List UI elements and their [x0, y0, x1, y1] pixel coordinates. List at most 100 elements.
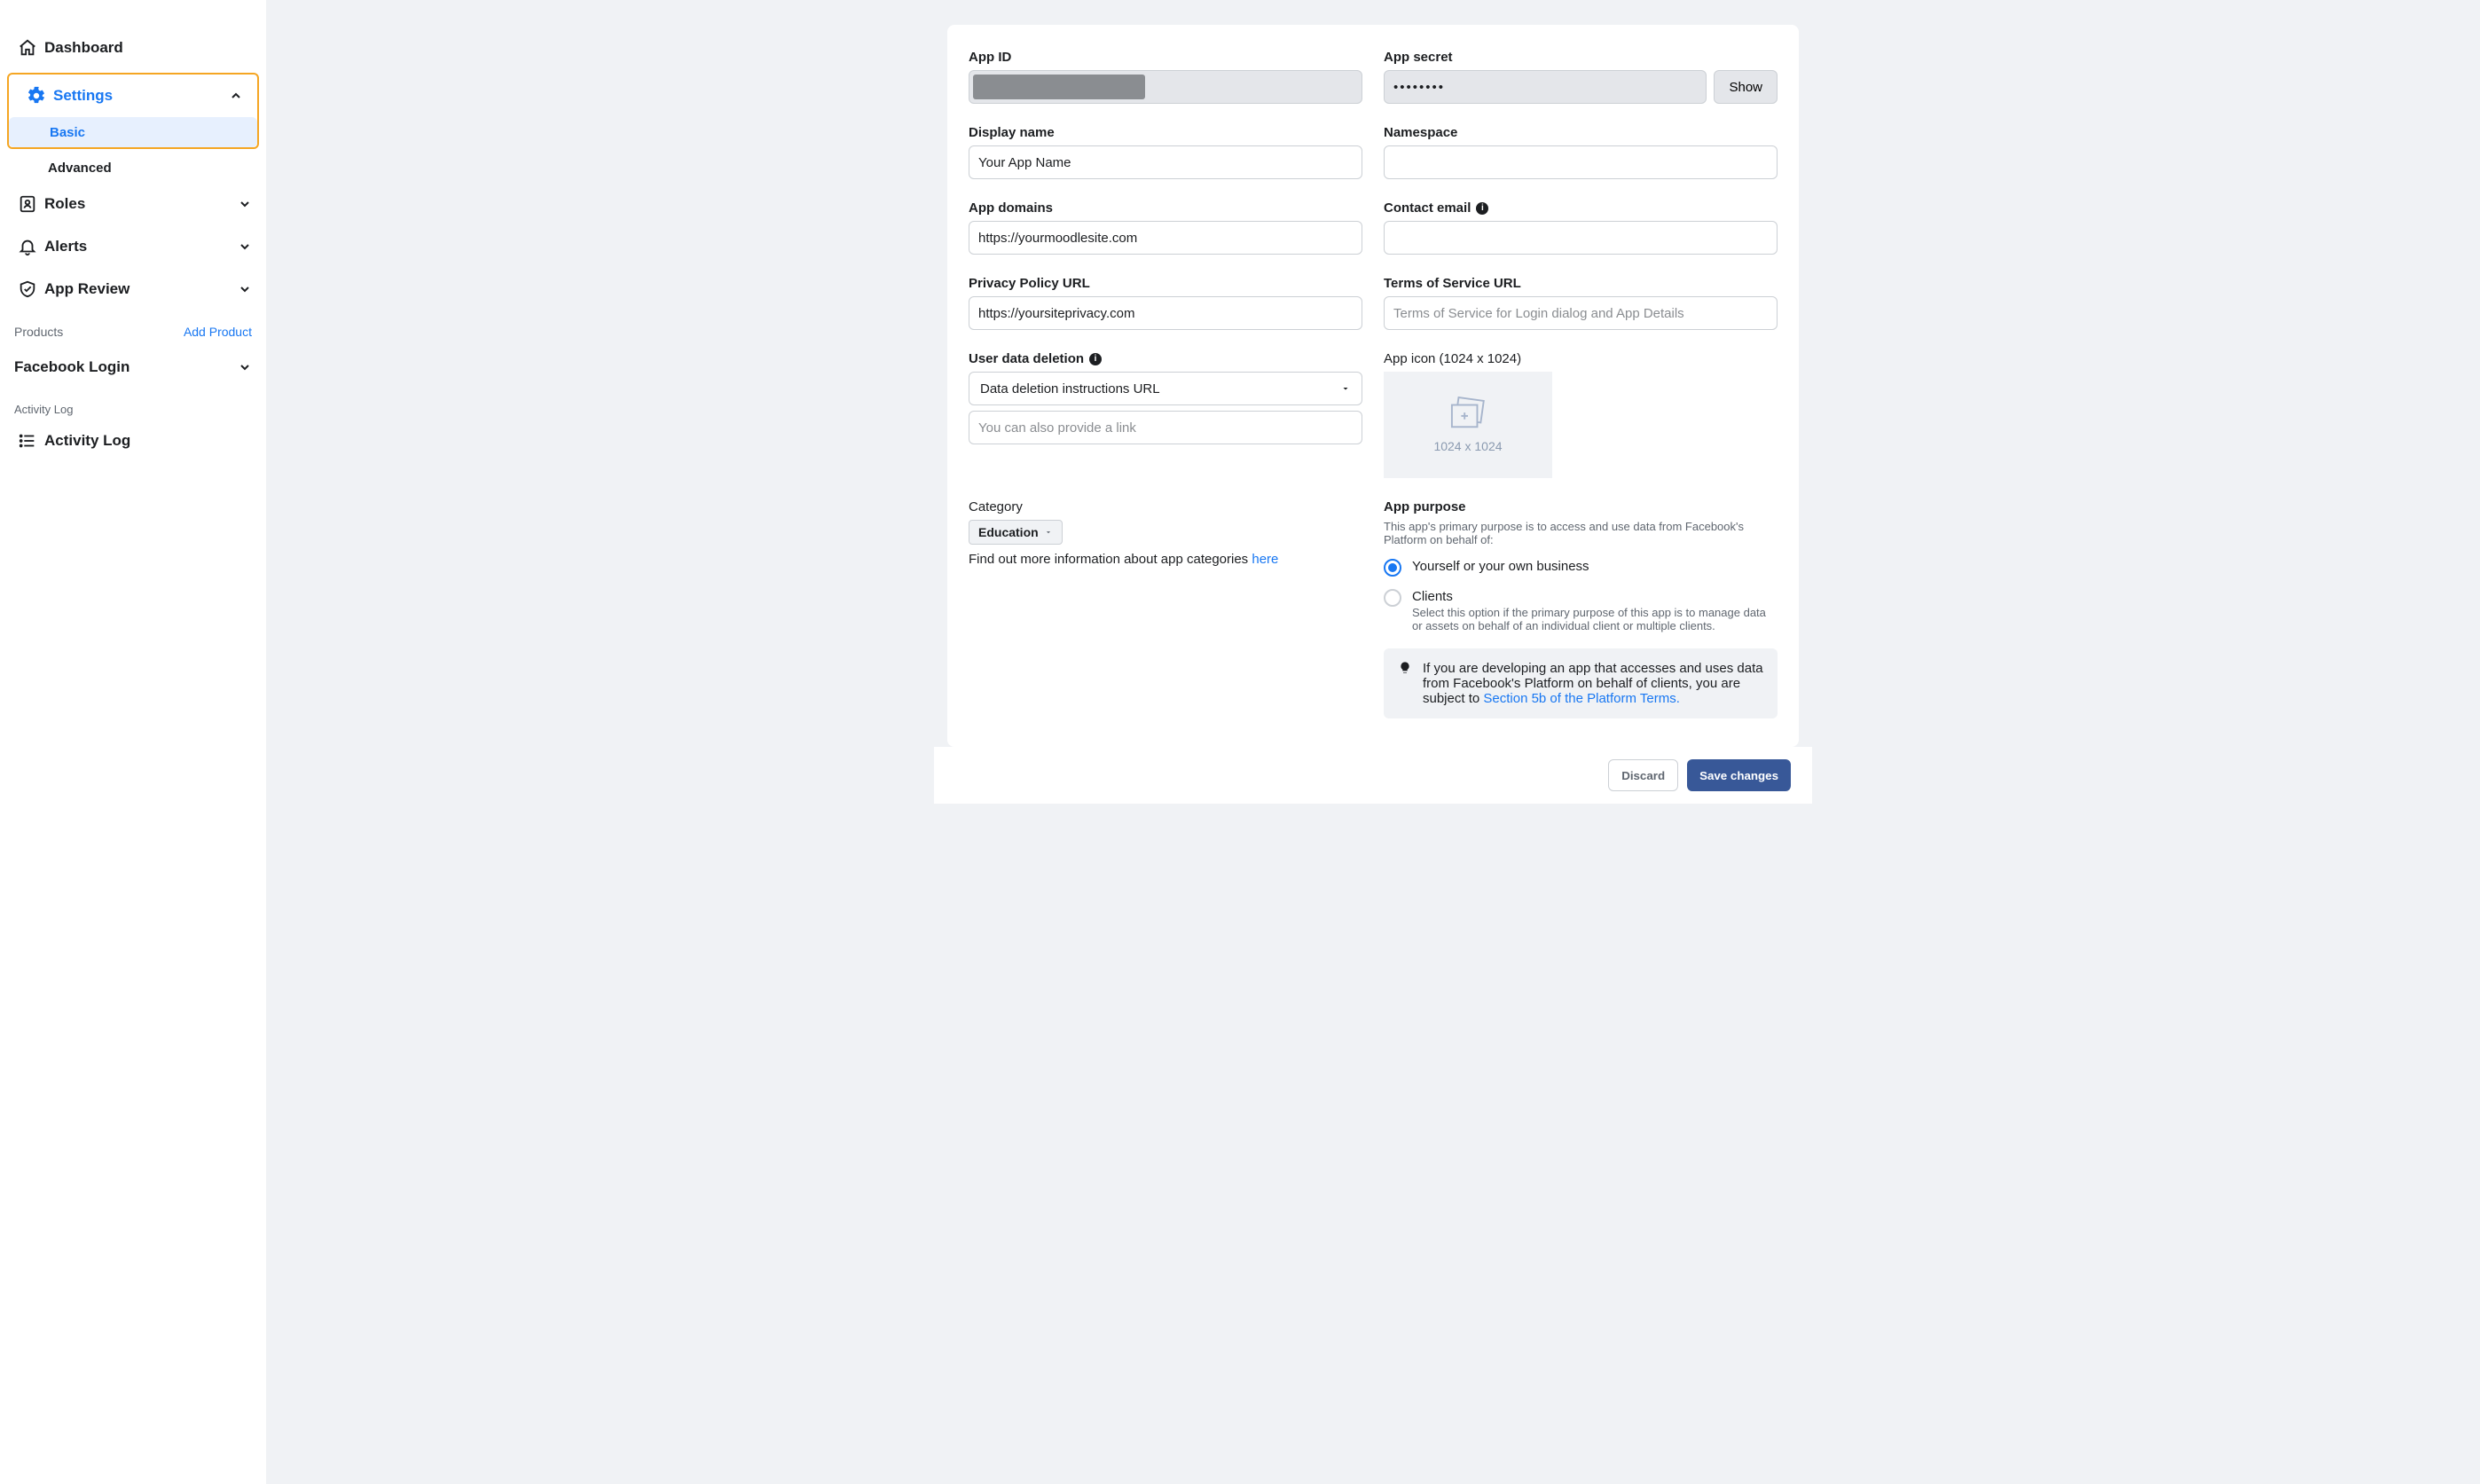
contact-email-label: Contact email i [1384, 200, 1778, 216]
nav-roles[interactable]: Roles [0, 183, 266, 225]
footer-bar: Discard Save changes [934, 747, 1812, 804]
field-user-data-deletion: User data deletion i Data deletion instr… [969, 351, 1362, 478]
app-domains-label: App domains [969, 200, 1362, 216]
caret-down-icon [1044, 528, 1053, 537]
field-privacy-url: Privacy Policy URL [969, 276, 1362, 330]
home-icon [14, 38, 41, 58]
nav-settings-basic-label: Basic [50, 125, 85, 140]
namespace-input[interactable] [1384, 145, 1778, 179]
nav-facebook-login[interactable]: Facebook Login [0, 346, 266, 389]
privacy-url-label: Privacy Policy URL [969, 276, 1362, 291]
main-content: App ID App secret •••••••• Show Display … [266, 0, 2480, 1484]
udd-link-input[interactable] [969, 411, 1362, 444]
namespace-label: Namespace [1384, 125, 1778, 140]
category-select[interactable]: Education [969, 520, 1063, 545]
badge-icon [14, 194, 41, 214]
field-namespace: Namespace [1384, 125, 1778, 179]
app-secret-value[interactable]: •••••••• [1384, 70, 1707, 104]
tip-link[interactable]: Section 5b of the Platform Terms. [1483, 691, 1680, 706]
tos-url-input[interactable] [1384, 296, 1778, 330]
category-label: Category [969, 499, 1362, 514]
contact-email-label-text: Contact email [1384, 200, 1471, 216]
nav-settings-basic[interactable]: Basic [9, 117, 257, 147]
nav-settings-advanced-label: Advanced [48, 161, 112, 176]
field-app-icon: App icon (1024 x 1024) 1024 x 1024 [1384, 351, 1778, 478]
privacy-url-input[interactable] [969, 296, 1362, 330]
chevron-down-icon [238, 239, 252, 254]
category-help: Find out more information about app cate… [969, 552, 1362, 567]
list-icon [14, 431, 41, 451]
app-domains-input[interactable] [969, 221, 1362, 255]
bell-icon [14, 237, 41, 256]
field-app-secret: App secret •••••••• Show [1384, 50, 1778, 104]
activity-log-header: Activity Log [0, 389, 266, 420]
purpose-option-clients[interactable]: Clients Select this option if the primar… [1384, 589, 1778, 632]
chevron-down-icon [238, 360, 252, 374]
purpose-opt2-sub: Select this option if the primary purpos… [1412, 606, 1778, 632]
nav-settings[interactable]: Settings [9, 75, 257, 117]
lightbulb-icon [1398, 661, 1412, 706]
field-category: Category Education Find out more informa… [969, 499, 1362, 718]
nav-activity-log-label: Activity Log [44, 432, 130, 450]
nav-alerts[interactable]: Alerts [0, 225, 266, 268]
add-product-link[interactable]: Add Product [184, 325, 252, 339]
nav-dashboard[interactable]: Dashboard [0, 27, 266, 69]
display-name-input[interactable] [969, 145, 1362, 179]
purpose-opt2-label: Clients [1412, 589, 1778, 604]
info-icon[interactable]: i [1089, 353, 1102, 365]
nav-app-review[interactable]: App Review [0, 268, 266, 310]
save-button[interactable]: Save changes [1687, 759, 1791, 791]
purpose-opt1-label: Yourself or your own business [1412, 559, 1589, 574]
chevron-up-icon [229, 89, 243, 103]
app-icon-hint: 1024 x 1024 [1433, 439, 1502, 453]
show-secret-button[interactable]: Show [1714, 70, 1778, 104]
nav-settings-advanced[interactable]: Advanced [7, 153, 266, 183]
category-help-link[interactable]: here [1252, 552, 1278, 567]
nav-dashboard-label: Dashboard [44, 39, 123, 57]
tos-url-label: Terms of Service URL [1384, 276, 1778, 291]
udd-label: User data deletion i [969, 351, 1362, 366]
shield-check-icon [14, 279, 41, 299]
field-app-purpose: App purpose This app's primary purpose i… [1384, 499, 1778, 718]
purpose-option-self[interactable]: Yourself or your own business [1384, 559, 1778, 577]
app-id-value[interactable] [969, 70, 1362, 104]
category-value: Education [978, 525, 1039, 539]
app-id-label: App ID [969, 50, 1362, 65]
field-app-id: App ID [969, 50, 1362, 104]
app-icon-label: App icon (1024 x 1024) [1384, 351, 1778, 366]
radio-icon[interactable] [1384, 589, 1401, 607]
category-help-text: Find out more information about app cate… [969, 552, 1252, 567]
products-label: Products [14, 325, 63, 339]
info-icon[interactable]: i [1476, 202, 1488, 215]
udd-select[interactable]: Data deletion instructions URL [969, 372, 1362, 405]
radio-icon[interactable] [1384, 559, 1401, 577]
nav-app-review-label: App Review [44, 280, 129, 298]
image-plus-icon [1447, 397, 1489, 432]
udd-select-value: Data deletion instructions URL [980, 381, 1160, 397]
display-name-label: Display name [969, 125, 1362, 140]
purpose-label: App purpose [1384, 499, 1778, 514]
app-secret-label: App secret [1384, 50, 1778, 65]
app-id-mask [973, 75, 1145, 99]
field-tos-url: Terms of Service URL [1384, 276, 1778, 330]
purpose-description: This app's primary purpose is to access … [1384, 520, 1778, 546]
udd-label-text: User data deletion [969, 351, 1084, 366]
caret-down-icon [1340, 383, 1351, 394]
nav-roles-label: Roles [44, 195, 85, 213]
products-header: Products Add Product [0, 310, 266, 346]
field-display-name: Display name [969, 125, 1362, 179]
contact-email-input[interactable] [1384, 221, 1778, 255]
discard-button[interactable]: Discard [1608, 759, 1678, 791]
nav-facebook-login-label: Facebook Login [14, 358, 129, 376]
purpose-tip: If you are developing an app that access… [1384, 648, 1778, 718]
field-app-domains: App domains [969, 200, 1362, 255]
nav-alerts-label: Alerts [44, 238, 87, 255]
nav-activity-log[interactable]: Activity Log [0, 420, 266, 462]
app-icon-upload[interactable]: 1024 x 1024 [1384, 372, 1552, 478]
sidebar: Dashboard Settings Basic Advanced [0, 0, 266, 1484]
settings-highlight: Settings Basic [7, 73, 259, 149]
gear-icon [23, 86, 50, 106]
field-contact-email: Contact email i [1384, 200, 1778, 255]
chevron-down-icon [238, 197, 252, 211]
chevron-down-icon [238, 282, 252, 296]
